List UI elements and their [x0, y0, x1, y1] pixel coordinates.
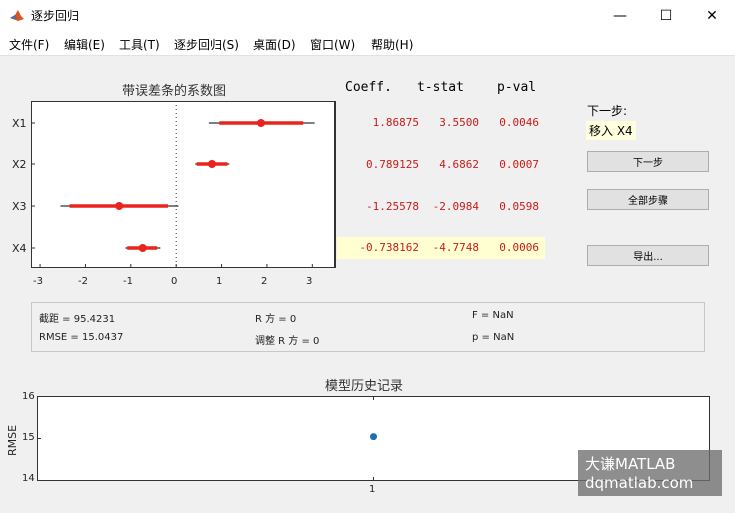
next-step-value: 移入 X4 [586, 121, 636, 140]
coef-plot-title: 带误差条的系数图 [122, 84, 227, 99]
menu-bar: 文件(F) 编辑(E) 工具(T) 逐步回归(S) 桌面(D) 窗口(W) 帮助… [0, 31, 735, 56]
var-label-x1: X1 [12, 117, 27, 130]
cell-pval: 0.0598 [499, 200, 539, 213]
cell-tstat: 3.5500 [439, 116, 479, 129]
x-tick: -3 [33, 276, 43, 287]
cell-tstat: -4.7748 [432, 241, 479, 254]
next-step-button[interactable]: 下一步 [587, 151, 709, 172]
export-button[interactable]: 导出... [587, 245, 709, 266]
model-stats-panel: 截距 = 95.4231 RMSE = 15.0437 R 方 = 0 调整 R… [31, 302, 705, 352]
var-label-x4: X4 [12, 242, 27, 255]
menu-file[interactable]: 文件(F) [9, 36, 49, 53]
menu-help[interactable]: 帮助(H) [371, 36, 413, 53]
coef-point-x2 [207, 160, 216, 168]
menu-stepwise[interactable]: 逐步回归(S) [174, 36, 239, 53]
x-tick: -1 [123, 276, 133, 287]
stat-adj-r2: 调整 R 方 = 0 [255, 336, 320, 347]
col-header-tstat: t-stat [417, 80, 464, 95]
close-button[interactable]: ✕ [689, 0, 735, 31]
minimize-button[interactable]: — [597, 0, 643, 31]
y-tick: 14 [22, 473, 35, 484]
cell-pval: 0.0006 [499, 241, 539, 254]
coef-plot[interactable] [31, 101, 335, 268]
stat-intercept: 截距 = 95.4231 [39, 314, 116, 325]
history-chart-title: 模型历史记录 [325, 379, 404, 394]
x-tick: 0 [171, 276, 178, 287]
table-divider [335, 101, 336, 268]
x-tick: 1 [369, 484, 376, 495]
all-steps-button[interactable]: 全部步骤 [587, 189, 709, 210]
stat-f: F = NaN [472, 310, 514, 321]
cell-coeff: -0.738162 [359, 241, 419, 254]
cell-tstat: -2.0984 [432, 200, 479, 213]
cell-coeff: 1.86875 [372, 116, 419, 129]
y-tick: 15 [22, 432, 35, 443]
cell-pval: 0.0007 [499, 158, 539, 171]
watermark: 大谦MATLAB dqmatlab.com [578, 450, 722, 496]
col-header-pval: p-val [497, 80, 537, 95]
watermark-line1: 大谦MATLAB [585, 455, 676, 473]
cell-coeff: 0.789125 [366, 158, 419, 171]
table-row[interactable]: -1.25578 -2.0984 0.0598 [337, 196, 545, 218]
menu-window[interactable]: 窗口(W) [310, 36, 355, 53]
watermark-line2: dqmatlab.com [585, 474, 694, 492]
cell-pval: 0.0046 [499, 116, 539, 129]
cell-tstat: 4.6862 [439, 158, 479, 171]
coef-point-x3 [115, 202, 124, 210]
x-tick: -2 [78, 276, 88, 287]
window-title: 逐步回归 [31, 9, 80, 23]
y-tick: 16 [22, 391, 35, 402]
coef-point-x1 [256, 119, 265, 127]
history-point [370, 433, 377, 441]
next-step-label: 下一步: [587, 104, 628, 118]
stat-p: p = NaN [472, 332, 515, 343]
menu-edit[interactable]: 编辑(E) [64, 36, 105, 53]
table-row[interactable]: 1.86875 3.5500 0.0046 [337, 112, 545, 134]
cell-coeff: -1.25578 [366, 200, 419, 213]
var-label-x2: X2 [12, 158, 27, 171]
coef-point-x4 [138, 244, 147, 252]
stat-r2: R 方 = 0 [255, 314, 297, 325]
x-tick: 3 [306, 276, 313, 287]
matlab-logo-icon [9, 7, 25, 23]
menu-desktop[interactable]: 桌面(D) [253, 36, 296, 53]
menu-tools[interactable]: 工具(T) [119, 36, 160, 53]
table-row[interactable]: 0.789125 4.6862 0.0007 [337, 154, 545, 176]
x-tick: 1 [216, 276, 223, 287]
stat-rmse: RMSE = 15.0437 [39, 332, 124, 343]
col-header-coeff: Coeff. [345, 80, 392, 95]
var-label-x3: X3 [12, 200, 27, 213]
table-row-selected[interactable]: -0.738162 -4.7748 0.0006 [337, 237, 545, 259]
history-ylabel: RMSE [6, 424, 19, 456]
x-tick: 2 [261, 276, 268, 287]
title-bar: 逐步回归 — ☐ ✕ [0, 0, 735, 31]
maximize-button[interactable]: ☐ [643, 0, 689, 31]
